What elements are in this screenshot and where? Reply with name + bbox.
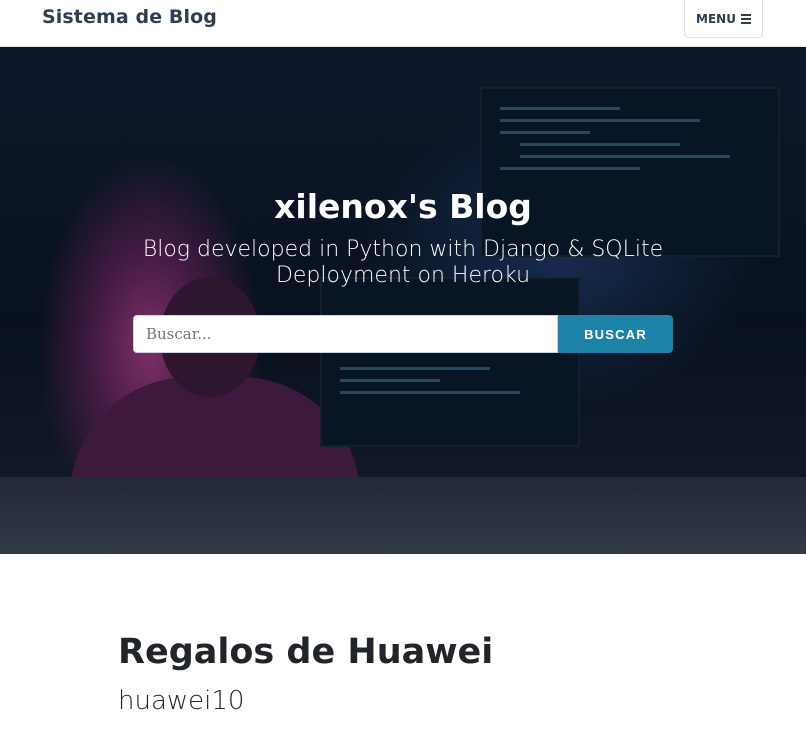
post-title[interactable]: Regalos de Huawei [118,632,493,672]
menu-label: MENU [696,11,736,26]
post-subtitle: huawei10 [118,686,245,716]
menu-button[interactable]: MENU [684,0,763,38]
brand-link[interactable]: Sistema de Blog [42,6,217,28]
site-subtitle: Blog developed in Python with Django & S… [0,237,806,289]
search-input[interactable] [133,315,558,353]
bars-icon [740,13,751,24]
navbar: Sistema de Blog MENU [0,0,806,47]
search-button[interactable]: BUSCAR [558,315,673,353]
subtitle-line-2: Deployment on Heroku [275,263,531,288]
subtitle-line-1: Blog developed in Python with Django & S… [142,237,664,262]
hero-header: xilenox's Blog Blog developed in Python … [0,47,806,554]
site-title: xilenox's Blog [274,187,532,226]
